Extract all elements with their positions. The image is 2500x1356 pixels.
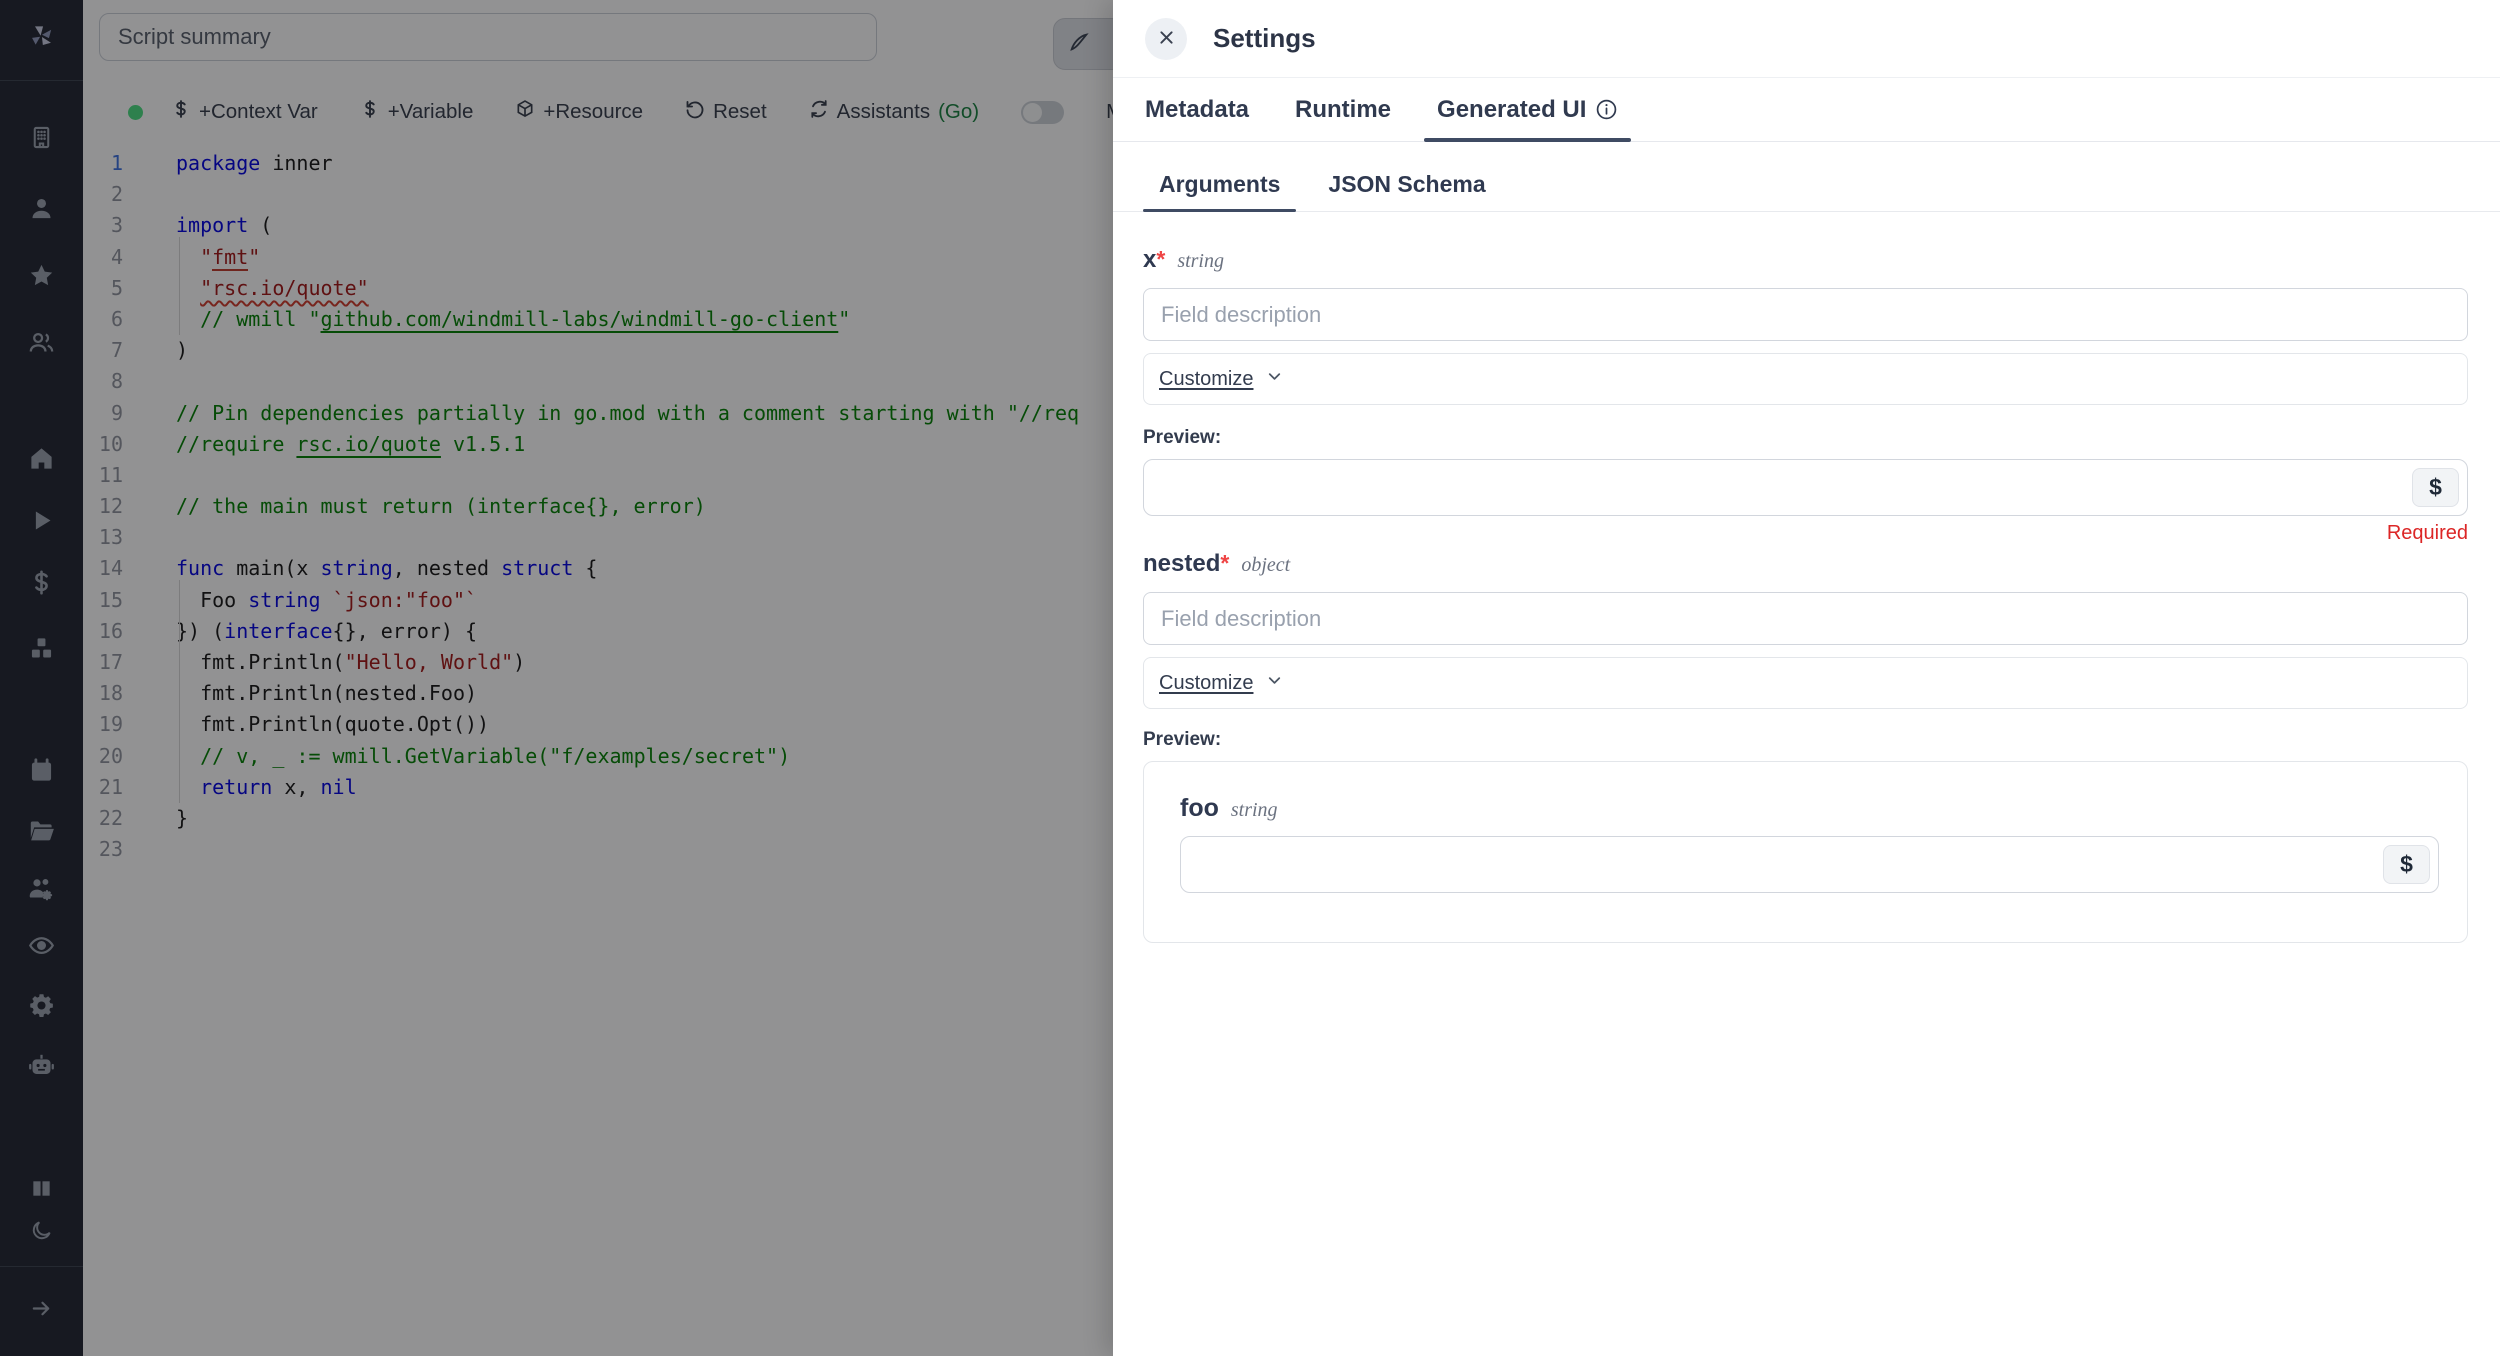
field-x-description-input[interactable] <box>1143 288 2468 341</box>
field-nested-description-input[interactable] <box>1143 592 2468 645</box>
dollar-icon: $ <box>2400 851 2413 878</box>
subtab-arguments[interactable]: Arguments <box>1143 158 1296 211</box>
arguments-panel: x* string Customize Preview: $ Required … <box>1113 212 2500 943</box>
tab-runtime[interactable]: Runtime <box>1277 78 1409 141</box>
preview-label: Preview: <box>1143 729 2468 753</box>
field-nested-customize-toggle[interactable]: Customize <box>1143 657 2468 709</box>
variable-picker-button[interactable]: $ <box>2412 468 2459 507</box>
field-x-customize-toggle[interactable]: Customize <box>1143 353 2468 405</box>
foo-input[interactable] <box>1181 837 2438 892</box>
customize-link[interactable]: Customize <box>1159 368 1253 391</box>
drawer-title: Settings <box>1213 23 1316 54</box>
drawer-header: Settings <box>1113 0 2500 78</box>
field-name: x <box>1143 246 1156 274</box>
modal-overlay[interactable] <box>0 0 1113 1356</box>
chevron-down-icon <box>1265 671 1284 695</box>
field-x-header: x* string <box>1143 246 2468 276</box>
tab-metadata[interactable]: Metadata <box>1127 78 1267 141</box>
field-x-preview-input[interactable] <box>1144 460 2467 515</box>
generated-ui-subtabs: Arguments JSON Schema <box>1113 158 2500 212</box>
field-name: foo <box>1180 794 1219 823</box>
field-nested-preview: foo string $ <box>1143 761 2468 943</box>
field-name: nested <box>1143 550 1220 578</box>
inner-field-header: foo string <box>1180 794 2439 824</box>
field-nested-header: nested* object <box>1143 550 2468 580</box>
required-message: Required <box>1143 522 2468 548</box>
settings-drawer: Settings MetadataRuntimeGenerated UI Arg… <box>1113 0 2500 1356</box>
subtab-json-schema[interactable]: JSON Schema <box>1312 158 1501 211</box>
preview-label: Preview: <box>1143 427 2468 451</box>
settings-tabs: MetadataRuntimeGenerated UI <box>1113 78 2500 142</box>
field-x-preview: $ <box>1143 459 2468 516</box>
close-icon <box>1157 28 1176 50</box>
required-asterisk: * <box>1220 550 1229 577</box>
required-asterisk: * <box>1156 246 1165 273</box>
field-type: object <box>1241 554 1290 577</box>
info-icon <box>1595 98 1618 121</box>
variable-picker-button[interactable]: $ <box>2383 845 2430 884</box>
field-type: string <box>1177 250 1224 273</box>
customize-link[interactable]: Customize <box>1159 672 1253 695</box>
field-type: string <box>1231 799 1278 822</box>
dollar-icon: $ <box>2429 474 2442 501</box>
inner-field-input-wrap: $ <box>1180 836 2439 893</box>
close-button[interactable] <box>1145 18 1187 60</box>
tab-generated-ui[interactable]: Generated UI <box>1419 78 1636 141</box>
chevron-down-icon <box>1265 367 1284 391</box>
